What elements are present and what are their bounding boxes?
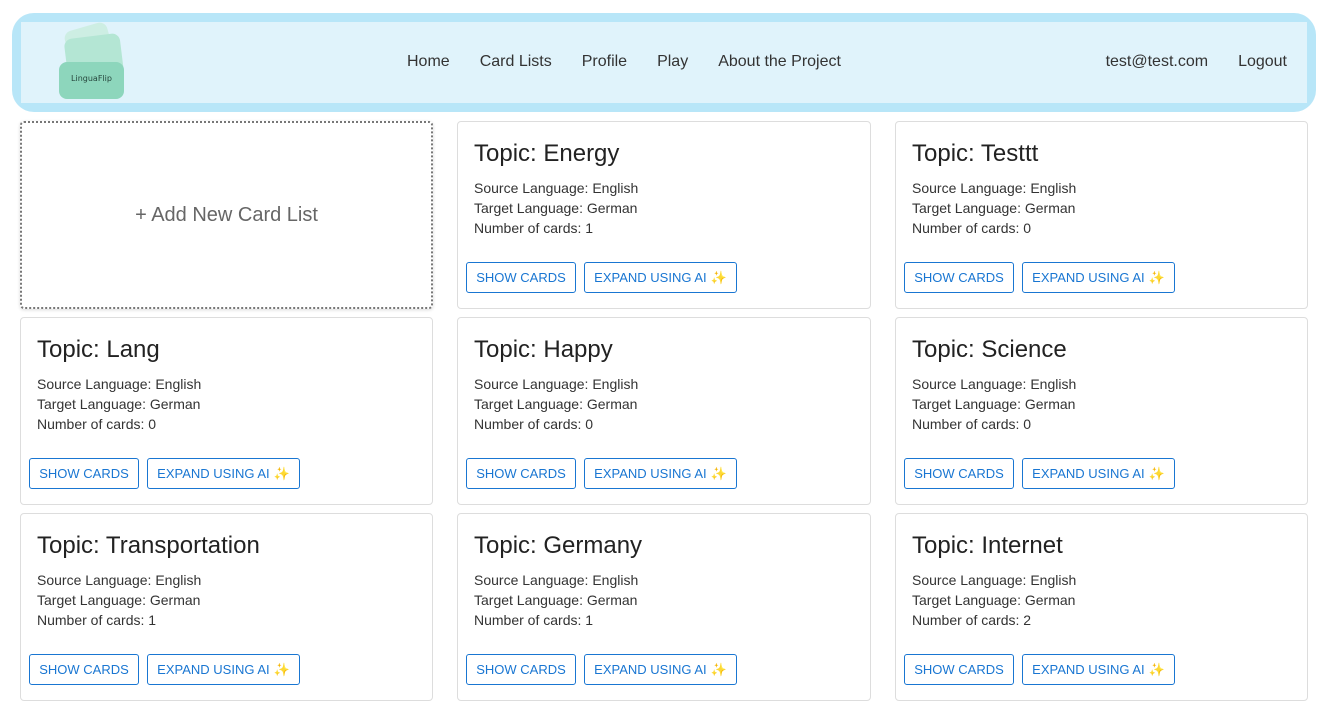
card-list-actions: SHOW CARDS EXPAND USING AI ✨ <box>904 458 1183 489</box>
show-cards-button[interactable]: SHOW CARDS <box>466 654 576 685</box>
target-language: Target Language: German <box>912 396 1076 412</box>
card-list-actions: SHOW CARDS EXPAND USING AI ✨ <box>29 654 308 685</box>
card-list-topic: Topic: Testtt <box>912 140 1039 167</box>
card-count: Number of cards: 0 <box>37 416 157 432</box>
sparkle-icon: ✨ <box>1148 269 1165 285</box>
linguaflip-logo[interactable]: LinguaFlip <box>56 20 128 100</box>
card-list-item: Topic: Happy Source Language: English Ta… <box>457 317 871 505</box>
card-list-actions: SHOW CARDS EXPAND USING AI ✨ <box>904 654 1183 685</box>
logout-link[interactable]: Logout <box>1238 53 1287 71</box>
card-list-item: Topic: Germany Source Language: English … <box>457 513 871 701</box>
show-cards-button[interactable]: SHOW CARDS <box>466 262 576 293</box>
expand-label: EXPAND USING AI <box>594 466 707 481</box>
show-cards-button[interactable]: SHOW CARDS <box>904 458 1014 489</box>
nav-link-about[interactable]: About the Project <box>718 53 841 71</box>
card-count: Number of cards: 2 <box>912 612 1032 628</box>
user-email: test@test.com <box>1105 53 1209 70</box>
sparkle-icon: ✨ <box>273 661 290 677</box>
card-list-actions: SHOW CARDS EXPAND USING AI ✨ <box>466 262 745 293</box>
card-count: Number of cards: 1 <box>37 612 157 628</box>
expand-label: EXPAND USING AI <box>1032 270 1145 285</box>
sparkle-icon: ✨ <box>710 269 727 285</box>
source-language: Source Language: English <box>474 376 639 392</box>
card-list-item: Topic: Energy Source Language: English T… <box>457 121 871 309</box>
expand-label: EXPAND USING AI <box>1032 466 1145 481</box>
expand-label: EXPAND USING AI <box>157 466 270 481</box>
target-language: Target Language: German <box>912 592 1076 608</box>
target-language: Target Language: German <box>474 200 638 216</box>
card-list-topic: Topic: Lang <box>37 336 160 363</box>
expand-using-ai-button[interactable]: EXPAND USING AI ✨ <box>584 262 737 293</box>
navbar-inner: LinguaFlip Home Card Lists Profile Play … <box>21 20 1307 103</box>
target-language: Target Language: German <box>37 592 201 608</box>
card-list-topic: Topic: Science <box>912 336 1067 363</box>
expand-using-ai-button[interactable]: EXPAND USING AI ✨ <box>1022 262 1175 293</box>
target-language: Target Language: German <box>474 592 638 608</box>
card-list-topic: Topic: Energy <box>474 140 620 167</box>
card-count: Number of cards: 0 <box>474 416 594 432</box>
navbar: LinguaFlip Home Card Lists Profile Play … <box>12 13 1316 112</box>
expand-label: EXPAND USING AI <box>594 270 707 285</box>
nav-link-card-lists[interactable]: Card Lists <box>480 53 552 71</box>
card-count: Number of cards: 1 <box>474 220 594 236</box>
target-language: Target Language: German <box>912 200 1076 216</box>
card-count: Number of cards: 0 <box>912 220 1032 236</box>
show-cards-button[interactable]: SHOW CARDS <box>904 262 1014 293</box>
nav-link-home[interactable]: Home <box>407 53 450 71</box>
logo-text: LinguaFlip <box>71 74 112 83</box>
target-language: Target Language: German <box>474 396 638 412</box>
card-list-item: Topic: Testtt Source Language: English T… <box>895 121 1308 309</box>
card-list-actions: SHOW CARDS EXPAND USING AI ✨ <box>29 458 308 489</box>
card-list-grid: + Add New Card List Topic: Energy Source… <box>20 121 1308 701</box>
sparkle-icon: ✨ <box>710 465 727 481</box>
target-language: Target Language: German <box>37 396 201 412</box>
show-cards-button[interactable]: SHOW CARDS <box>904 654 1014 685</box>
card-list-topic: Topic: Germany <box>474 532 643 559</box>
expand-using-ai-button[interactable]: EXPAND USING AI ✨ <box>1022 458 1175 489</box>
card-list-actions: SHOW CARDS EXPAND USING AI ✨ <box>466 654 745 685</box>
card-list-actions: SHOW CARDS EXPAND USING AI ✨ <box>904 262 1183 293</box>
sparkle-icon: ✨ <box>273 465 290 481</box>
card-list-topic: Topic: Internet <box>912 532 1063 559</box>
show-cards-button[interactable]: SHOW CARDS <box>29 458 139 489</box>
source-language: Source Language: English <box>474 572 639 588</box>
sparkle-icon: ✨ <box>1148 661 1165 677</box>
source-language: Source Language: English <box>912 376 1077 392</box>
nav-link-play[interactable]: Play <box>657 53 688 71</box>
expand-using-ai-button[interactable]: EXPAND USING AI ✨ <box>147 654 300 685</box>
card-list-topic: Topic: Transportation <box>37 532 260 559</box>
source-language: Source Language: English <box>37 376 202 392</box>
show-cards-button[interactable]: SHOW CARDS <box>29 654 139 685</box>
nav-user-area: test@test.com Logout <box>1106 22 1287 102</box>
card-list-item: Topic: Lang Source Language: English Tar… <box>20 317 433 505</box>
card-list-item: Topic: Science Source Language: English … <box>895 317 1308 505</box>
card-count: Number of cards: 1 <box>474 612 594 628</box>
sparkle-icon: ✨ <box>710 661 727 677</box>
expand-using-ai-button[interactable]: EXPAND USING AI ✨ <box>584 458 737 489</box>
card-list-item: Topic: Internet Source Language: English… <box>895 513 1308 701</box>
card-list-topic: Topic: Happy <box>474 336 613 363</box>
nav-link-profile[interactable]: Profile <box>582 53 627 71</box>
expand-using-ai-button[interactable]: EXPAND USING AI ✨ <box>147 458 300 489</box>
expand-using-ai-button[interactable]: EXPAND USING AI ✨ <box>584 654 737 685</box>
expand-label: EXPAND USING AI <box>594 662 707 677</box>
source-language: Source Language: English <box>912 180 1077 196</box>
expand-using-ai-button[interactable]: EXPAND USING AI ✨ <box>1022 654 1175 685</box>
expand-label: EXPAND USING AI <box>1032 662 1145 677</box>
sparkle-icon: ✨ <box>1148 465 1165 481</box>
nav-links: Home Card Lists Profile Play About the P… <box>407 22 871 102</box>
card-list-actions: SHOW CARDS EXPAND USING AI ✨ <box>466 458 745 489</box>
expand-label: EXPAND USING AI <box>157 662 270 677</box>
card-count: Number of cards: 0 <box>912 416 1032 432</box>
source-language: Source Language: English <box>474 180 639 196</box>
source-language: Source Language: English <box>37 572 202 588</box>
show-cards-button[interactable]: SHOW CARDS <box>466 458 576 489</box>
add-new-card-list-button[interactable]: + Add New Card List <box>20 121 433 309</box>
card-list-item: Topic: Transportation Source Language: E… <box>20 513 433 701</box>
source-language: Source Language: English <box>912 572 1077 588</box>
